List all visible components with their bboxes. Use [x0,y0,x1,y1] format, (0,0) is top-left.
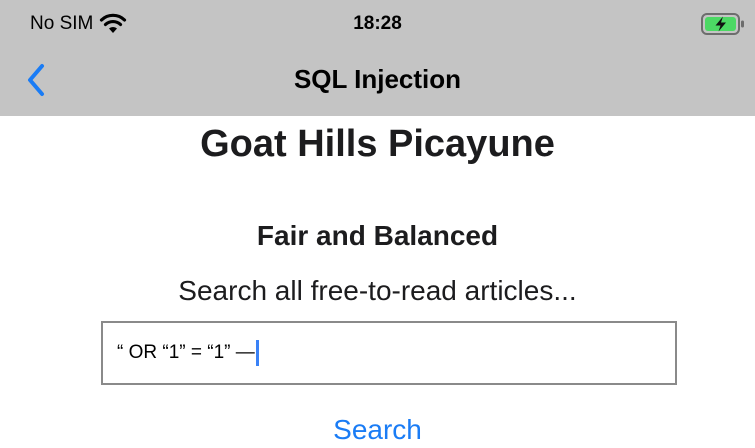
search-button[interactable]: Search [0,412,755,448]
search-input[interactable]: “ OR “1” = “1” — [101,321,677,385]
status-time: 18:28 [353,13,402,34]
navigation-bar: SQL Injection [0,50,755,110]
status-bar: No SIM 18:28 [0,0,755,50]
nav-title: SQL Injection [293,64,462,94]
text-cursor [255,340,259,366]
main-content: Goat Hills Picayune Fair and Balanced Se… [0,116,755,447]
top-bar: No SIM 18:28 SQL Injection [0,0,755,116]
page-headline: Goat Hills Picayune [200,123,555,165]
battery-charging-icon [701,12,745,36]
search-input-value: “ OR “1” = “1” — [117,342,255,363]
search-caption: Search all free-to-read articles... [178,275,577,306]
page-subhead: Fair and Balanced [256,220,499,251]
